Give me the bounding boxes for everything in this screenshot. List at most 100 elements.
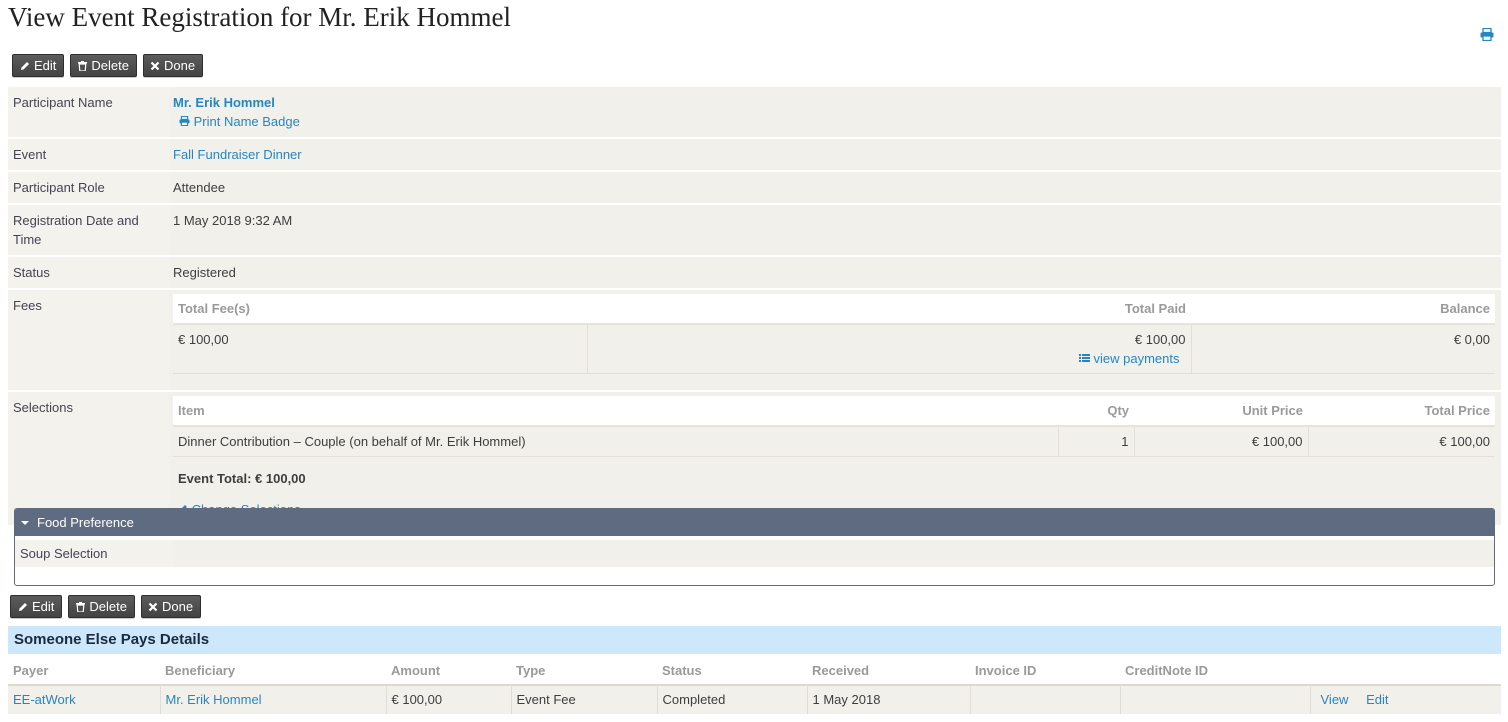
event-link[interactable]: Fall Fundraiser Dinner (169, 139, 1501, 170)
selection-row: Dinner Contribution – Couple (on behalf … (173, 426, 1495, 457)
participant-name-label: Participant Name (8, 87, 169, 137)
status-label: Status (8, 257, 169, 288)
creditnote-value (1120, 685, 1311, 714)
food-preference-panel: Food Preference Soup Selection (14, 508, 1495, 586)
print-name-badge-link[interactable]: Print Name Badge (179, 114, 300, 129)
participant-name-value: Mr. Erik Hommel Print Name Badge (169, 87, 1501, 137)
edit-button-bottom[interactable]: Edit (10, 595, 63, 618)
fees-table: Total Fee(s) Total Paid Balance € 100,00… (173, 294, 1495, 374)
row-event: Event Fall Fundraiser Dinner (8, 139, 1501, 172)
trash-icon (76, 601, 86, 612)
delete-label: Delete (91, 58, 129, 73)
sel-qty: 1 (1058, 426, 1135, 457)
view-link[interactable]: View (1321, 692, 1349, 707)
fees-header-total-paid: Total Paid (587, 294, 1191, 325)
sel-header-qty: Qty (1058, 396, 1134, 427)
reg-date-value: 1 May 2018 9:32 AM (169, 205, 1501, 255)
sel-total-price: € 100,00 (1308, 426, 1495, 457)
fees-value: Total Fee(s) Total Paid Balance € 100,00… (169, 290, 1501, 390)
delete-label: Delete (89, 599, 127, 614)
selections-label: Selections (8, 392, 169, 525)
view-payments-link[interactable]: view payments (1078, 351, 1180, 366)
row-status: Status Registered (8, 257, 1501, 290)
caret-down-icon (21, 520, 29, 525)
bottom-button-bar: Edit Delete Done (10, 595, 202, 618)
selections-table: Item Qty Unit Price Total Price Dinner C… (173, 396, 1495, 457)
edit-label: Edit (32, 599, 55, 614)
close-icon (148, 602, 158, 611)
delete-button[interactable]: Delete (70, 54, 137, 77)
view-payments-label: view payments (1093, 351, 1180, 366)
sel-item: Dinner Contribution – Couple (on behalf … (173, 426, 1059, 457)
col-type: Type (511, 656, 657, 686)
row-participant-name: Participant Name Mr. Erik Hommel Print N… (8, 87, 1501, 139)
col-status: Status (657, 656, 807, 686)
table-row: EE-atWork Mr. Erik Hommel € 100,00 Event… (8, 685, 1501, 714)
balance-value: € 0,00 (1191, 324, 1495, 374)
amount-value: € 100,00 (386, 685, 512, 714)
page-title: View Event Registration for Mr. Erik Hom… (8, 2, 512, 32)
total-paid-value: € 100,00 (1134, 332, 1186, 347)
food-preference-title: Food Preference (37, 515, 134, 530)
soup-row: Soup Selection (15, 540, 1494, 567)
total-paid-cell: € 100,00 view payments (587, 324, 1192, 374)
done-label: Done (163, 58, 196, 73)
invoice-value (970, 685, 1121, 714)
type-value: Event Fee (511, 685, 658, 714)
print-name-badge-label: Print Name Badge (193, 114, 300, 129)
actions-cell: View Edit (1310, 685, 1501, 714)
received-value: 1 May 2018 (807, 685, 971, 714)
someone-else-pays-table: Payer Beneficiary Amount Type Status Rec… (8, 656, 1501, 714)
selections-value: Item Qty Unit Price Total Price Dinner C… (169, 392, 1501, 525)
done-label: Done (161, 599, 194, 614)
someone-else-pays-header: Someone Else Pays Details (8, 626, 1501, 654)
edit-button[interactable]: Edit (12, 54, 65, 77)
col-creditnote-id: CreditNote ID (1120, 656, 1310, 686)
registration-details: Participant Name Mr. Erik Hommel Print N… (8, 87, 1501, 525)
pencil-icon (21, 61, 29, 70)
pencil-icon (19, 602, 27, 611)
event-total: Event Total: € 100,00 (178, 471, 306, 486)
fees-header-balance: Balance (1191, 294, 1495, 325)
fees-header-total-fee: Total Fee(s) (173, 294, 587, 325)
top-button-bar: Edit Delete Done (12, 54, 204, 77)
done-button-bottom[interactable]: Done (140, 595, 202, 618)
col-payer: Payer (8, 656, 160, 686)
event-label: Event (8, 139, 169, 170)
role-label: Participant Role (8, 172, 169, 203)
print-icon (179, 115, 190, 127)
col-received: Received (807, 656, 970, 686)
soup-label: Soup Selection (15, 540, 174, 567)
beneficiary-link[interactable]: Mr. Erik Hommel (160, 685, 387, 714)
delete-button-bottom[interactable]: Delete (68, 595, 135, 618)
status-value: Completed (657, 685, 808, 714)
reg-date-label: Registration Date and Time (8, 205, 169, 255)
edit-label: Edit (34, 58, 57, 73)
row-registration-date: Registration Date and Time 1 May 2018 9:… (8, 205, 1501, 257)
list-icon (1078, 354, 1090, 362)
col-actions (1310, 656, 1501, 686)
col-beneficiary: Beneficiary (160, 656, 386, 686)
sel-header-total-price: Total Price (1308, 396, 1495, 427)
row-fees: Fees Total Fee(s) Total Paid Balance € 1… (8, 290, 1501, 392)
close-icon (150, 61, 160, 70)
total-fee-value: € 100,00 (173, 324, 588, 374)
print-icon[interactable] (1480, 27, 1494, 44)
sel-unit-price: € 100,00 (1134, 426, 1309, 457)
payer-link[interactable]: EE-atWork (8, 685, 161, 714)
sel-header-unit-price: Unit Price (1134, 396, 1308, 427)
soup-value (174, 540, 1494, 567)
trash-icon (78, 60, 88, 71)
food-preference-header[interactable]: Food Preference (15, 509, 1494, 536)
col-invoice-id: Invoice ID (970, 656, 1120, 686)
status-value: Registered (169, 257, 1501, 288)
col-amount: Amount (386, 656, 511, 686)
sel-header-item: Item (173, 396, 1058, 427)
done-button[interactable]: Done (142, 54, 204, 77)
row-role: Participant Role Attendee (8, 172, 1501, 205)
participant-name-link[interactable]: Mr. Erik Hommel (173, 95, 275, 110)
role-value: Attendee (169, 172, 1501, 203)
fees-label: Fees (8, 290, 169, 390)
row-selections: Selections Item Qty Unit Price Total Pri… (8, 392, 1501, 525)
edit-link[interactable]: Edit (1366, 692, 1388, 707)
